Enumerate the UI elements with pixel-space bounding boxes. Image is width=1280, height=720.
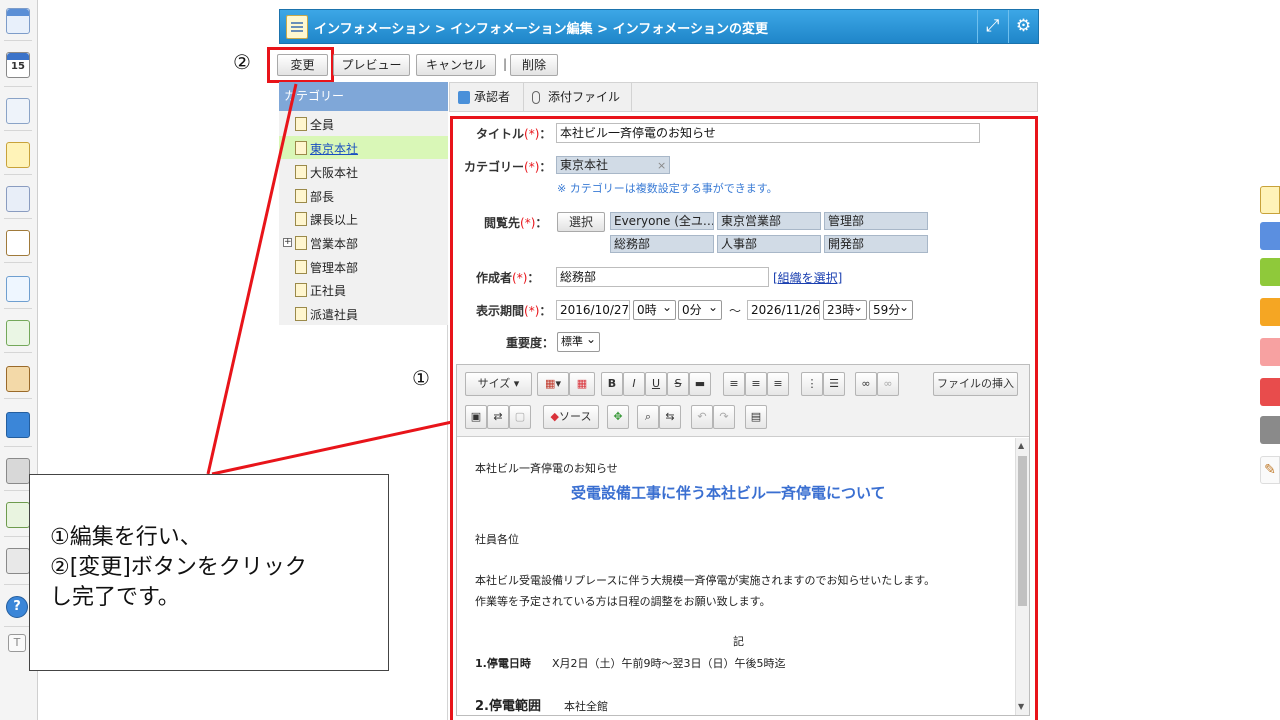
screen: 15 ? T ✎ インフォメーション > インフォメーション編集 > インフォメ…: [0, 0, 1280, 720]
connector-to-edit-area: [211, 420, 453, 476]
callout-text: ①編集を行い、 ②[変更]ボタンをクリック し完了です。: [50, 525, 307, 610]
connector-to-change-button: [206, 83, 298, 475]
instruction-callout: ①編集を行い、 ②[変更]ボタンをクリック し完了です。: [29, 474, 389, 671]
